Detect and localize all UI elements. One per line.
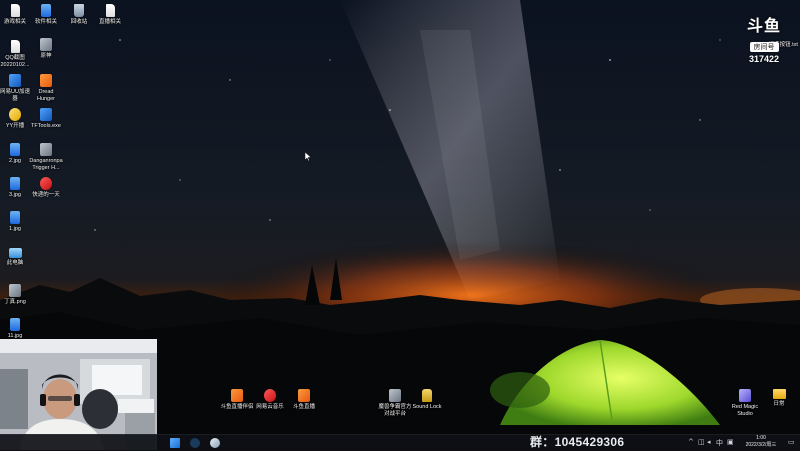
desktop-icon-label: Danganronpa Trigger H... (29, 158, 63, 171)
desktop-icon[interactable]: 此电脑 (0, 248, 32, 267)
game-icon (40, 38, 52, 51)
game-icon (40, 143, 52, 156)
desktop-icon-label: 2.jpg (9, 158, 21, 164)
desktop-icon[interactable]: 11.jpg (0, 318, 32, 340)
desktop-icon[interactable]: 日常 (762, 389, 796, 408)
room-number: 317422 (748, 54, 780, 64)
image-file-icon (10, 40, 20, 53)
desktop-icon-label: 此电脑 (6, 260, 24, 266)
image-file-icon (10, 211, 20, 224)
desktop-icon[interactable]: Red Magic Studio (728, 389, 762, 417)
desktop-icon-label: 网易UU加速器 (0, 89, 30, 102)
room-label: 房间号 (749, 42, 779, 52)
desktop-icon[interactable]: Danganronpa Trigger H... (29, 143, 63, 171)
desktop-icon[interactable]: 游戏相关 (0, 4, 32, 26)
app-icon (9, 108, 21, 121)
desktop-icon-label: 游戏相关 (3, 19, 26, 25)
lock-icon (422, 389, 432, 402)
desktop-icon[interactable]: QQ截图20220102... (0, 40, 32, 68)
desktop-icon-label: 魔兽争霸官方对战平台 (378, 404, 412, 417)
tray-chevron-icon[interactable]: ^ (688, 438, 694, 446)
desktop-icon-label: 软件相关 (34, 19, 57, 25)
douyu-logo: 斗鱼 (746, 18, 781, 35)
desktop-icon[interactable]: 快递的一天 (29, 177, 63, 199)
desktop-icon-label: 1.jpg (9, 226, 21, 232)
desktop-icon[interactable]: 软件相关 (29, 4, 63, 26)
image-file-icon (9, 284, 21, 297)
tray-network-icon[interactable]: ◫ (698, 438, 705, 446)
app-icon (40, 177, 52, 190)
game-icon (40, 74, 52, 87)
desktop-icon-label: 原神 (40, 53, 52, 59)
steam-button[interactable] (190, 438, 200, 448)
file-icon (41, 4, 51, 17)
image-file-icon (10, 177, 20, 190)
desktop-icon[interactable]: Dread Hunger (29, 74, 63, 102)
desktop-icon-label: TFTools.exe (31, 123, 61, 129)
desktop-icon[interactable]: Sound Lock (410, 389, 444, 411)
desktop-icon-label: 快递的一天 (32, 192, 60, 198)
desktop-icon[interactable]: 1.jpg (0, 211, 32, 233)
tray-app-icon[interactable]: ▣ (727, 438, 734, 446)
app-icon (298, 389, 310, 402)
desktop-icon-label: 3.jpg (9, 192, 21, 198)
tray-ime-indicator[interactable]: 中 (716, 438, 723, 448)
desktop-icon[interactable]: 斗鱼直播伴侣 (220, 389, 254, 411)
douyu-watermark: 斗鱼 房间号 317422 (740, 12, 788, 64)
app-icon (231, 389, 243, 402)
desktop-icon-label: 斗鱼直播伴侣 (220, 404, 254, 410)
desktop-icon[interactable]: TFTools.exe (29, 108, 63, 130)
desktop-icon[interactable]: 丁真.png (0, 284, 32, 306)
desktop-icon-label: Sound Lock (412, 404, 442, 410)
app-icon (264, 389, 276, 402)
desktop-icon-label: 丁真.png (4, 299, 26, 305)
recycle-bin-icon (74, 4, 84, 17)
desktop-icon[interactable]: 回收站 (62, 4, 96, 26)
image-file-icon (10, 318, 20, 331)
tray-volume-icon[interactable]: ◂ (707, 438, 711, 446)
taskbar (0, 434, 800, 451)
mouse-cursor-icon (305, 152, 311, 161)
taskbar-clock[interactable]: 1:00 2022/3/2/周三 (738, 435, 784, 449)
this-pc-icon (8, 248, 22, 258)
desktop-icon-label: 网易云音乐 (256, 404, 284, 410)
app-icon (739, 389, 751, 402)
file-icon (105, 4, 115, 17)
desktop-icon[interactable]: 魔兽争霸官方对战平台 (378, 389, 412, 417)
folder-icon (772, 389, 786, 399)
clock-time: 1:00 (756, 435, 766, 441)
app-icon (40, 108, 52, 121)
notification-icon[interactable]: ▭ (788, 438, 795, 446)
desktop-icon-label: Dread Hunger (36, 89, 56, 102)
qq-group-overlay-text: 群：1045429306 (530, 435, 625, 449)
start-button[interactable] (170, 438, 180, 448)
desktop-icon-label: 日常 (773, 401, 785, 407)
app-icon (389, 389, 401, 402)
desktop-icon[interactable]: YY开播 (0, 108, 32, 130)
desktop-icon[interactable]: 直播相关 (93, 4, 127, 26)
desktop-icon[interactable]: 网易云音乐 (253, 389, 287, 411)
desktop-icon[interactable]: 2.jpg (0, 143, 32, 165)
browser-button[interactable] (210, 438, 220, 448)
desktop-icon-label: YY开播 (5, 123, 25, 129)
desktop-icon[interactable]: 3.jpg (0, 177, 32, 199)
clock-date: 2022/3/2/周三 (745, 442, 777, 448)
desktop-icon-label: Red Magic Studio (731, 404, 759, 417)
app-icon (9, 74, 21, 87)
image-file-icon (10, 143, 20, 156)
desktop-icon-label: 斗鱼直播 (292, 404, 315, 410)
desktop-icon[interactable]: 斗鱼直播 (287, 389, 321, 411)
desktop-icon-label: 直播相关 (98, 19, 121, 25)
file-icon (10, 4, 20, 17)
desktop-icon-label: 回收站 (70, 19, 88, 25)
desktop-icon[interactable]: 原神 (29, 38, 63, 60)
desktop-icon[interactable]: 网易UU加速器 (0, 74, 32, 102)
desktop-icon-label: QQ截图20220102... (0, 55, 30, 68)
